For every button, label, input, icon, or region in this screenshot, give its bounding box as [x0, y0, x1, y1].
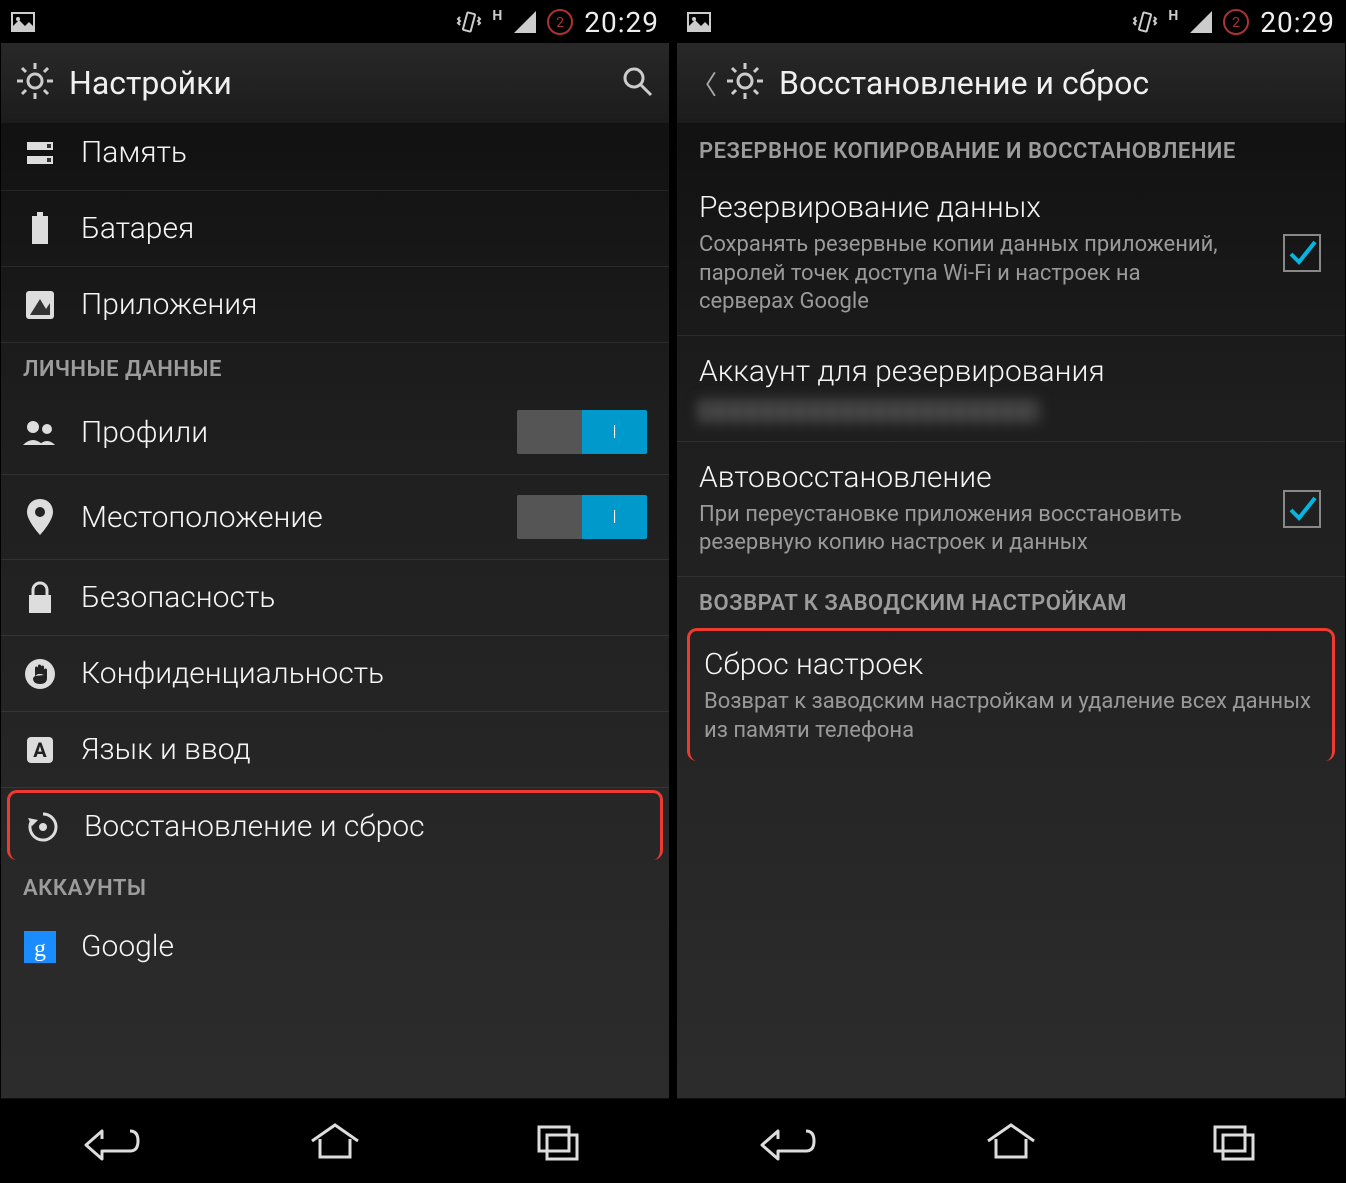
item-location[interactable]: Местоположение I — [1, 475, 669, 560]
photo-icon — [687, 12, 711, 32]
nav-back[interactable] — [72, 1116, 152, 1166]
pref-title: Сброс настроек — [704, 647, 1318, 682]
settings-gear-icon — [15, 61, 55, 105]
item-memory[interactable]: Память — [1, 125, 669, 191]
page-title: Восстановление и сброс — [779, 64, 1331, 102]
nav-recent[interactable] — [518, 1116, 598, 1166]
item-language[interactable]: A Язык и ввод — [1, 712, 669, 788]
svg-text:g: g — [34, 936, 46, 962]
backup-reset-screen: H 2 20:29 〈 Восстановление и сброс РЕЗЕР… — [676, 0, 1346, 1183]
nav-bar — [677, 1098, 1345, 1182]
language-icon: A — [23, 733, 57, 767]
lock-icon — [23, 581, 57, 615]
backup-reset-list[interactable]: РЕЗЕРВНОЕ КОПИРОВАНИЕ И ВОССТАНОВЛЕНИЕ Р… — [677, 125, 1345, 1098]
pref-title: Автовосстановление — [699, 460, 1323, 495]
profile-icon — [23, 415, 57, 449]
item-apps[interactable]: Приложения — [1, 267, 669, 343]
item-label: Приложения — [81, 287, 257, 322]
app-bar: Настройки — [1, 43, 669, 125]
vibrate-icon — [1132, 9, 1158, 35]
signal-icon — [512, 11, 536, 33]
nav-back[interactable] — [748, 1116, 828, 1166]
location-icon — [23, 500, 57, 534]
item-privacy[interactable]: Конфиденциальность — [1, 636, 669, 712]
nav-bar — [1, 1098, 669, 1182]
svg-text:2: 2 — [556, 15, 564, 31]
item-label: Безопасность — [81, 580, 275, 615]
pref-title: Аккаунт для резервирования — [699, 354, 1323, 389]
svg-text:A: A — [33, 738, 47, 762]
status-bar: H 2 20:29 — [677, 1, 1345, 43]
storage-icon — [23, 136, 57, 170]
item-backup-reset[interactable]: Восстановление и сброс — [7, 790, 663, 860]
network-type-label: H — [492, 8, 502, 24]
item-label: Местоположение — [81, 500, 323, 535]
app-bar[interactable]: 〈 Восстановление и сброс — [677, 43, 1345, 125]
section-accounts: АККАУНТЫ — [1, 862, 669, 909]
section-factory-reset: ВОЗВРАТ К ЗАВОДСКИМ НАСТРОЙКАМ — [677, 577, 1345, 624]
item-google[interactable]: g Google — [1, 909, 669, 984]
google-icon: g — [23, 930, 57, 964]
checkbox-autorestore[interactable] — [1283, 490, 1321, 528]
item-label: Память — [81, 135, 187, 170]
nav-home[interactable] — [295, 1116, 375, 1166]
toggle-profiles[interactable]: I — [517, 410, 647, 454]
settings-gear-icon — [725, 61, 765, 105]
section-personal: ЛИЧНЫЕ ДАННЫЕ — [1, 343, 669, 390]
pref-autorestore[interactable]: Автовосстановление При переустановке при… — [677, 442, 1345, 577]
pref-backup-account[interactable]: Аккаунт для резервирования — [677, 336, 1345, 442]
nav-home[interactable] — [971, 1116, 1051, 1166]
svg-text:2: 2 — [1232, 15, 1240, 31]
sim2-indicator-icon: 2 — [1222, 8, 1250, 36]
item-label: Восстановление и сброс — [84, 809, 425, 844]
toggle-location[interactable]: I — [517, 495, 647, 539]
status-clock: 20:29 — [584, 6, 659, 39]
status-clock: 20:29 — [1260, 6, 1335, 39]
item-label: Профили — [81, 415, 208, 450]
page-title: Настройки — [69, 64, 605, 102]
network-type-label: H — [1168, 8, 1178, 24]
section-backup-restore: РЕЗЕРВНОЕ КОПИРОВАНИЕ И ВОССТАНОВЛЕНИЕ — [677, 125, 1345, 172]
hand-icon — [23, 657, 57, 691]
item-label: Батарея — [81, 211, 194, 246]
item-profiles[interactable]: Профили I — [1, 390, 669, 475]
battery-icon — [23, 212, 57, 246]
status-bar: H 2 20:29 — [1, 1, 669, 43]
nav-recent[interactable] — [1194, 1116, 1274, 1166]
vibrate-icon — [456, 9, 482, 35]
back-caret-icon[interactable]: 〈 — [691, 65, 717, 102]
restore-icon — [26, 810, 60, 844]
redacted-account — [699, 399, 1039, 423]
item-battery[interactable]: Батарея — [1, 191, 669, 267]
photo-icon — [11, 12, 35, 32]
item-label: Google — [81, 929, 174, 964]
search-icon[interactable] — [619, 63, 655, 103]
settings-list[interactable]: Память Батарея Приложения ЛИЧНЫЕ ДАННЫЕ … — [1, 125, 669, 1098]
apps-icon — [23, 288, 57, 322]
pref-backup-data[interactable]: Резервирование данных Сохранять резервны… — [677, 172, 1345, 336]
settings-screen: H 2 20:29 Настройки Память — [0, 0, 670, 1183]
pref-subtitle: Сохранять резервные копии данных приложе… — [699, 231, 1219, 317]
item-label: Конфиденциальность — [81, 656, 384, 691]
pref-factory-reset[interactable]: Сброс настроек Возврат к заводским настр… — [687, 628, 1335, 761]
pref-subtitle: Возврат к заводским настройкам и удалени… — [704, 688, 1318, 745]
item-security[interactable]: Безопасность — [1, 560, 669, 636]
pref-subtitle: При переустановке приложения восстановит… — [699, 501, 1219, 558]
sim2-indicator-icon: 2 — [546, 8, 574, 36]
item-label: Язык и ввод — [81, 732, 251, 767]
checkbox -backup[interactable] — [1283, 234, 1321, 272]
pref-title: Резервирование данных — [699, 190, 1323, 225]
signal-icon — [1188, 11, 1212, 33]
